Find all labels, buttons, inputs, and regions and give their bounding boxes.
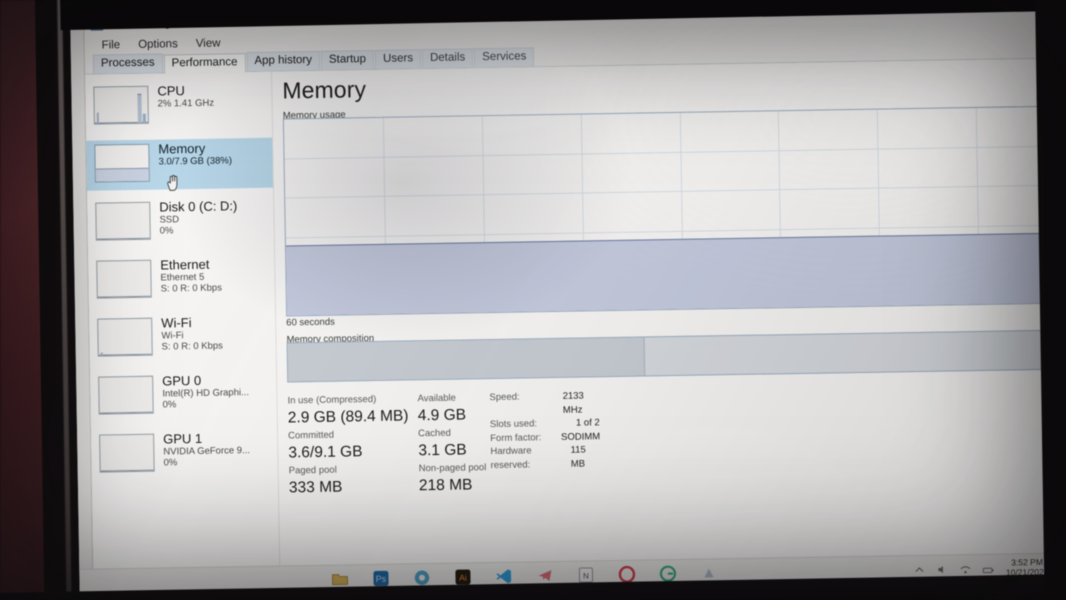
telegram-icon[interactable] [536,567,553,584]
stats-column-left: In use (Compressed) 2.9 GB (89.4 MB) Com… [287,392,419,499]
tab-performance[interactable]: Performance [163,53,246,74]
tab-services[interactable]: Services [474,47,535,68]
sidebar-sub-disk-2: 0% [159,225,174,237]
task-manager-window: Task Manager – □ ✕ File Options View Pro… [84,0,1066,596]
stat-speed: Speed: 2133 MHz [489,389,599,418]
sidebar-item-ethernet[interactable]: Ethernet Ethernet 5 S: 0 R: 0 Kbps [88,254,275,307]
paged-pool-value: 333 MB [288,478,343,497]
cached-label: Cached [418,427,451,440]
slots-used-value: 1 of 2 [575,417,600,429]
non-paged-pool-value: 218 MB [418,476,473,495]
slots-used-label: Slots used: [489,418,538,431]
non-paged-pool-label: Non-paged pool [418,462,487,475]
chrome-icon[interactable] [413,569,430,586]
vscode-icon[interactable] [495,567,512,584]
x-axis-left-label: 60 seconds [286,316,335,329]
menu-item-options[interactable]: Options [129,37,187,52]
menu-item-file[interactable]: File [93,38,130,53]
tab-users[interactable]: Users [374,49,422,69]
in-use-value: 2.9 GB (89.4 MB) [287,407,409,427]
memory-usage-graph [282,105,1066,317]
committed-value: 3.6/9.1 GB [288,443,363,462]
tab-details[interactable]: Details [421,48,474,69]
laptop-display: Task Manager – □ ✕ File Options View Pro… [70,0,1066,596]
form-factor-value: SODIMM [561,430,601,443]
memory-detail-panel: Memory Memory usage 8.0 GB [272,58,1066,568]
sidebar-label-cpu: CPU [157,83,185,99]
battery-icon[interactable] [983,562,995,574]
gpu1-thumbnail-graph [99,433,155,473]
sidebar-sub-ethernet-2: S: 0 R: 0 Kbps [160,282,223,295]
misc-app-icon[interactable] [700,564,717,581]
sidebar-sub-gpu0-2: 0% [162,399,177,411]
available-label: Available [417,392,457,405]
sidebar-sub-cpu: 2% 1.41 GHz [157,97,215,110]
sidebar-item-cpu[interactable]: CPU 2% 1.41 GHz [85,80,272,133]
cached-value: 3.1 GB [418,441,467,460]
memory-statistics: In use (Compressed) 2.9 GB (89.4 MB) Com… [287,369,1066,499]
speed-label: Speed: [489,391,520,404]
opera-icon[interactable] [618,565,636,583]
disk-thumbnail-graph [95,201,151,241]
network-icon[interactable] [960,562,972,574]
composition-segment-in-use [287,337,645,382]
sidebar-sub-wifi-2: S: 0 R: 0 Kbps [161,340,223,353]
composition-segment-available [643,330,1066,376]
file-explorer-icon[interactable] [331,570,348,587]
photoshop-icon[interactable]: Ps [372,569,389,586]
chevron-up-icon[interactable] [914,563,926,575]
sidebar-label-wifi: Wi-Fi [161,315,192,331]
svg-text:N: N [583,571,589,580]
window-body: CPU 2% 1.41 GHz Memory 3.0/7.9 GB (38%) [85,58,1066,571]
volume-icon[interactable] [937,563,949,575]
sidebar-item-memory[interactable]: Memory 3.0/7.9 GB (38%) [86,137,274,191]
sidebar-item-gpu0[interactable]: GPU 0 Intel(R) HD Graphi... 0% [90,370,277,423]
hand-cursor [167,175,178,191]
stats-column-mid: Available 4.9 GB Cached 3.1 GB Non-paged… [417,391,491,497]
grammarly-icon[interactable] [659,565,677,582]
sidebar-item-disk[interactable]: Disk 0 (C: D:) SSD 0% [87,196,274,249]
sidebar-item-gpu1[interactable]: GPU 1 NVIDIA GeForce 9... 0% [91,428,278,481]
tab-startup[interactable]: Startup [320,49,375,70]
ethernet-thumbnail-graph [96,259,152,299]
sidebar-label-disk: Disk 0 (C: D:) [159,198,238,215]
menu-item-view[interactable]: View [187,36,230,51]
hardware-reserved-label: Hardware reserved: [490,445,532,471]
stat-hardware-reserved: Hardware reserved: 115 MB [490,443,600,472]
memory-thumbnail-graph [94,143,150,183]
laptop-screen-photo: Task Manager – □ ✕ File Options View Pro… [0,0,1066,600]
tab-app-history[interactable]: App history [246,50,321,72]
illustrator-icon[interactable]: Ai [454,568,471,585]
gpu0-thumbnail-graph [98,375,154,415]
sidebar-sub-gpu1-2: 0% [163,457,178,469]
sidebar-sub-gpu1-1: NVIDIA GeForce 9... [163,445,251,458]
stats-column-right: Speed: 2133 MHz Slots used: 1 of 2 Form … [489,389,601,496]
sidebar-label-gpu0: GPU 0 [162,372,202,389]
wifi-thumbnail-graph [97,317,153,357]
available-value: 4.9 GB [417,406,467,425]
sidebar-label-memory: Memory [158,140,206,157]
sidebar-label-gpu1: GPU 1 [163,430,203,447]
svg-text:Ps: Ps [376,573,387,583]
sidebar-label-ethernet: Ethernet [160,256,210,273]
tab-processes[interactable]: Processes [92,53,163,74]
onenote-icon[interactable]: N [577,566,594,583]
cpu-thumbnail-graph [93,85,149,125]
svg-text:Ai: Ai [459,572,467,582]
sidebar-item-wifi[interactable]: Wi-Fi Wi-Fi S: 0 R: 0 Kbps [89,312,276,365]
form-factor-label: Form factor: [490,431,542,444]
memory-usage-area [285,232,1066,316]
sidebar-sub-gpu0-1: Intel(R) HD Graphi... [162,387,250,400]
sidebar-sub-memory: 3.0/7.9 GB (38%) [158,155,233,168]
speed-value: 2133 MHz [562,390,584,416]
performance-sidebar: CPU 2% 1.41 GHz Memory 3.0/7.9 GB (38%) [85,71,281,571]
hardware-reserved-value: 115 MB [570,444,586,470]
